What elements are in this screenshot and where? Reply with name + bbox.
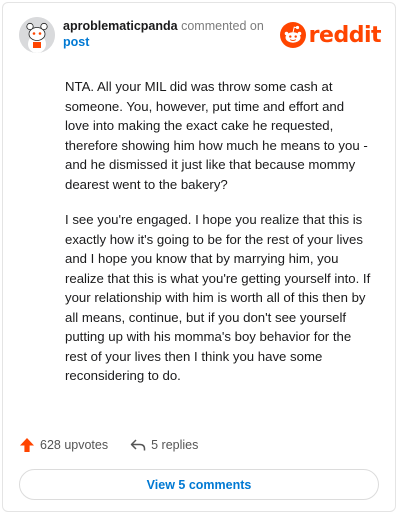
reddit-logo[interactable]: reddit (279, 21, 382, 49)
comment-card: aproblematicpanda commented on post redd… (2, 2, 396, 512)
user-avatar[interactable] (19, 17, 55, 53)
replies-count: 5 replies (151, 438, 199, 452)
comment-body: NTA. All your MIL did was throw some cas… (65, 77, 371, 402)
comment-paragraph-1: NTA. All your MIL did was throw some cas… (65, 79, 368, 192)
upvote-arrow-icon (20, 438, 34, 452)
username-link[interactable]: aproblematicpanda (63, 19, 178, 33)
reply-arrow-icon (130, 439, 146, 451)
replies-button[interactable]: 5 replies (130, 438, 198, 452)
post-link[interactable]: post (63, 34, 264, 50)
snoo-avatar-icon (19, 17, 55, 53)
view-comments-button[interactable]: View 5 comments (19, 469, 379, 500)
comment-paragraph-2: I see you're engaged. I hope you realize… (65, 212, 371, 383)
comment-meta: aproblematicpanda commented on post (63, 18, 264, 50)
comment-actions: 628 upvotes 5 replies (19, 435, 220, 455)
action-text: commented on (181, 19, 264, 33)
comment-header: aproblematicpanda commented on post redd… (19, 15, 382, 59)
view-comments-label: View 5 comments (146, 477, 252, 492)
upvote-button[interactable]: 628 upvotes (19, 437, 108, 453)
upvote-count: 628 upvotes (40, 438, 109, 452)
reddit-snoo-icon (279, 22, 306, 48)
reddit-wordmark: reddit (308, 22, 382, 48)
